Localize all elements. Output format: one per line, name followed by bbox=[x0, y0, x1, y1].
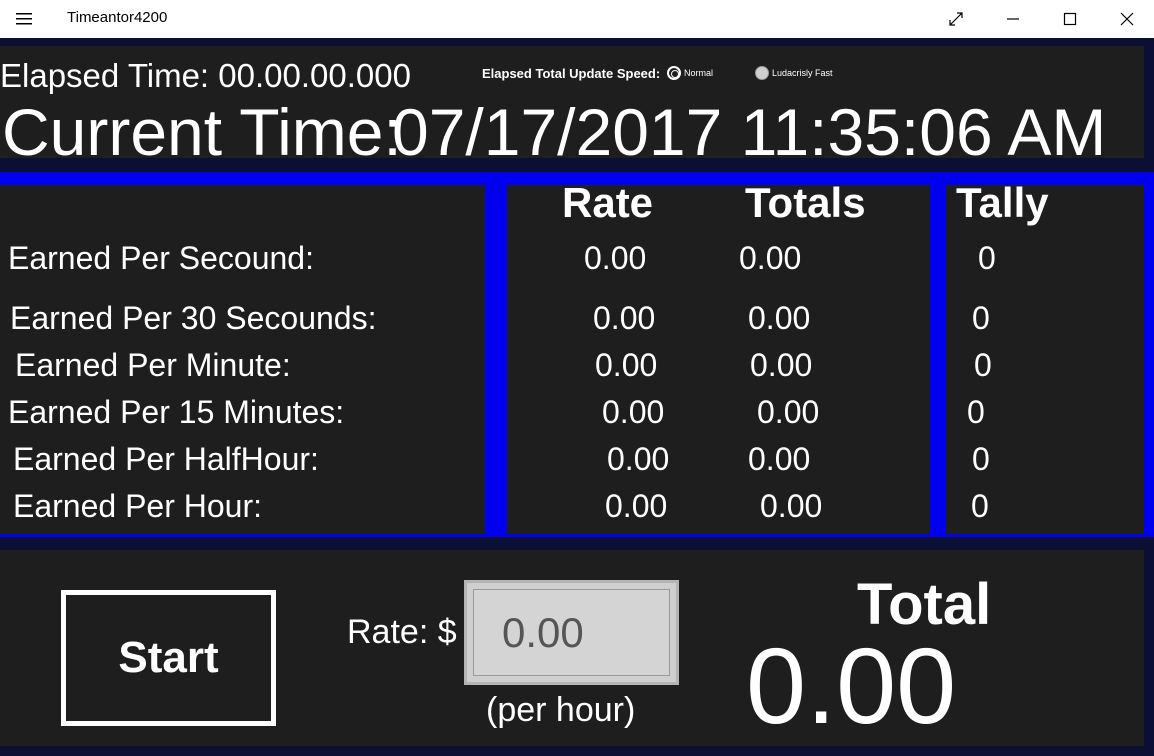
start-button[interactable]: Start bbox=[61, 590, 276, 726]
tally-value: 0 bbox=[971, 488, 989, 524]
minimize-icon[interactable] bbox=[984, 0, 1042, 38]
radio-ludacrisly-fast[interactable]: Ludacrisly Fast bbox=[755, 66, 833, 80]
total-value: 0.00 bbox=[748, 300, 811, 336]
per-hour-label: (per hour) bbox=[486, 691, 636, 729]
title-bar: Timeantor4200 bbox=[0, 0, 1154, 38]
row-labels-panel: Earned Per Secound: Earned Per 30 Secoun… bbox=[0, 185, 485, 534]
tally-value: 0 bbox=[972, 300, 990, 336]
hamburger-icon[interactable] bbox=[0, 0, 48, 38]
totals-header: Totals bbox=[745, 179, 866, 226]
radio-fast-label: Ludacrisly Fast bbox=[772, 68, 833, 78]
rate-value: 0.00 bbox=[595, 347, 658, 383]
expand-icon[interactable] bbox=[927, 0, 985, 38]
tally-panel: Tally 0 0 0 0 0 0 bbox=[946, 180, 1144, 534]
rate-value: 0.00 bbox=[602, 394, 665, 430]
current-time-value: 07/17/2017 11:35:06 AM bbox=[392, 95, 1107, 169]
total-value: 0.00 bbox=[739, 240, 802, 276]
elapsed-time: Elapsed Time: 00.00.00.000 bbox=[0, 57, 411, 94]
total-value: 0.00 bbox=[748, 441, 811, 477]
row-label: Earned Per Secound: bbox=[8, 240, 314, 276]
radio-selected-icon bbox=[667, 66, 681, 80]
rates-panel: Rate Totals 0.00 0.00 0.00 0.00 0.00 0.0… bbox=[507, 180, 930, 534]
rate-input[interactable] bbox=[473, 589, 670, 676]
row-label: Earned Per HalfHour: bbox=[13, 441, 319, 477]
rate-input-frame bbox=[464, 580, 679, 685]
tally-value: 0 bbox=[967, 394, 985, 430]
rate-value: 0.00 bbox=[584, 240, 647, 276]
row-label: Earned Per 15 Minutes: bbox=[8, 394, 345, 430]
row-label: Earned Per Hour: bbox=[13, 488, 263, 524]
earnings-table: Earned Per Secound: Earned Per 30 Secoun… bbox=[0, 172, 1154, 537]
tally-header: Tally bbox=[956, 179, 1049, 226]
rate-label: Rate: $ bbox=[347, 613, 457, 651]
time-panel: Elapsed Time: 00.00.00.000 Elapsed Total… bbox=[0, 46, 1144, 168]
rate-value: 0.00 bbox=[593, 300, 656, 336]
rate-value: 0.00 bbox=[605, 488, 668, 524]
total-value: 0.00 bbox=[757, 394, 820, 430]
row-label: Earned Per Minute: bbox=[15, 347, 291, 383]
tally-value: 0 bbox=[978, 240, 996, 276]
grand-total-value: 0.00 bbox=[746, 625, 957, 746]
total-value: 0.00 bbox=[760, 488, 823, 524]
radio-unselected-icon bbox=[755, 66, 769, 80]
update-speed-label: Elapsed Total Update Speed: bbox=[482, 66, 661, 81]
close-icon[interactable] bbox=[1098, 0, 1154, 38]
app-title: Timeantor4200 bbox=[67, 9, 168, 26]
current-time-label: Current Time: bbox=[2, 95, 402, 169]
tally-value: 0 bbox=[972, 441, 990, 477]
radio-normal[interactable]: Normal bbox=[667, 66, 713, 80]
control-panel: Start Rate: $ (per hour) Total 0.00 bbox=[0, 550, 1144, 746]
rate-value: 0.00 bbox=[607, 441, 670, 477]
radio-normal-label: Normal bbox=[684, 68, 714, 78]
total-value: 0.00 bbox=[750, 347, 813, 383]
row-label: Earned Per 30 Secounds: bbox=[10, 300, 377, 336]
tally-value: 0 bbox=[974, 347, 992, 383]
rate-header: Rate bbox=[562, 179, 654, 226]
maximize-icon[interactable] bbox=[1041, 0, 1099, 38]
app-area: Elapsed Time: 00.00.00.000 Elapsed Total… bbox=[0, 38, 1154, 756]
